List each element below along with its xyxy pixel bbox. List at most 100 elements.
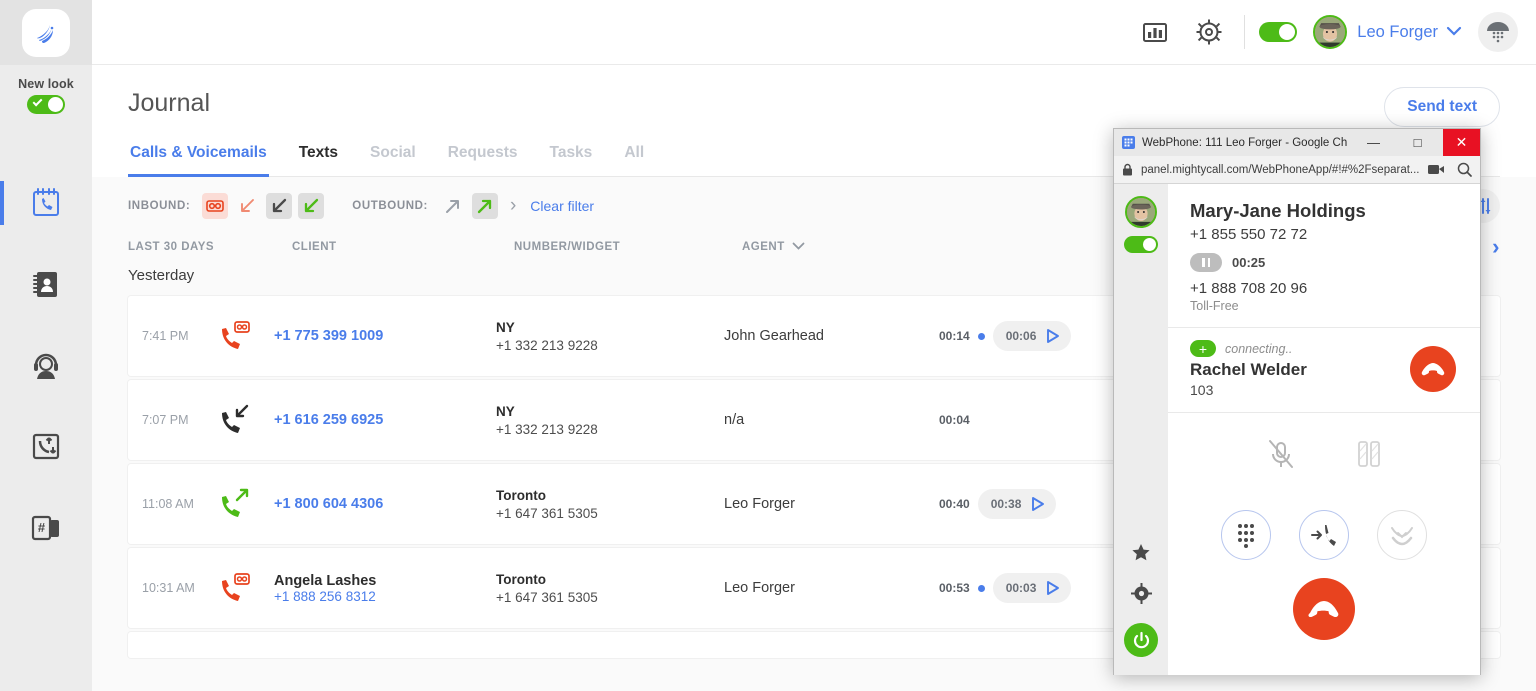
hangup-phone-icon[interactable] <box>1293 578 1355 640</box>
filter-missed-inbound-arrow-icon[interactable] <box>234 193 260 219</box>
plus-icon[interactable]: + <box>1190 340 1216 357</box>
gear-settings-icon[interactable] <box>1130 583 1152 609</box>
toolbar-divider <box>1244 15 1246 49</box>
client-number-link[interactable]: +1 800 604 4306 <box>274 496 496 512</box>
row-widget: Toronto +1 647 361 5305 <box>496 488 724 521</box>
agent-sort-chevron-down-icon[interactable] <box>792 241 805 253</box>
gear-icon[interactable] <box>1182 18 1236 46</box>
maximize-button[interactable]: □ <box>1399 129 1436 156</box>
lock-icon <box>1123 163 1132 176</box>
call-routing-icon <box>32 433 60 459</box>
transfer-call-icon[interactable] <box>1299 510 1349 560</box>
webphone-window-title: WebPhone: 111 Leo Forger - Google Chrome <box>1142 136 1348 149</box>
tab-texts[interactable]: Texts <box>297 136 340 176</box>
chevron-right-icon[interactable]: › <box>510 195 516 217</box>
sidebar-item-call-flow[interactable] <box>0 405 92 486</box>
row-time: 11:08 AM <box>142 497 194 511</box>
pause-bars-icon[interactable] <box>1356 439 1382 476</box>
journal-calendar-phone-icon <box>33 187 59 216</box>
hold-row: 00:25 <box>1190 253 1458 272</box>
connection-status: connecting.. <box>1225 341 1293 356</box>
tab-calls-voicemails[interactable]: Calls & Voicemails <box>128 136 269 177</box>
filter-answered-inbound-arrow-icon[interactable] <box>298 193 325 219</box>
power-icon[interactable] <box>1124 623 1158 657</box>
filter-inbound-arrow-icon[interactable] <box>266 193 293 219</box>
app-root: New look # Leo Forger Journal Send text … <box>0 0 1536 691</box>
dialpad-icon[interactable] <box>1221 510 1271 560</box>
row-client: +1 775 399 1009 <box>274 328 496 344</box>
logo-container[interactable] <box>0 0 92 65</box>
row-duration-group: 00:04 <box>939 413 970 427</box>
call-duration: 00:53 <box>939 581 970 595</box>
new-look-switcher[interactable]: New look <box>0 65 92 114</box>
row-agent: Leo Forger <box>724 496 795 512</box>
tab-all[interactable]: All <box>622 136 646 176</box>
webphone-body: Mary-Jane Holdings +1 855 550 72 72 00:2… <box>1114 184 1480 675</box>
sidebar-item-agents[interactable] <box>0 324 92 405</box>
clear-filter-button[interactable]: Clear filter <box>530 198 594 214</box>
pagination-next-button[interactable]: › <box>1492 236 1500 258</box>
row-widget: Toronto +1 647 361 5305 <box>496 572 724 605</box>
bar-chart-icon[interactable] <box>1128 19 1182 45</box>
hangup-phone-icon[interactable] <box>1410 346 1456 392</box>
merge-call-icon[interactable] <box>1377 510 1427 560</box>
row-client: +1 800 604 4306 <box>274 496 496 512</box>
zoom-search-icon <box>1457 162 1472 177</box>
sidebar-item-contacts[interactable] <box>0 243 92 324</box>
line-number: +1 888 708 20 96 <box>1190 280 1308 297</box>
active-call-name: Mary-Jane Holdings <box>1190 200 1366 221</box>
play-icon <box>1047 329 1060 343</box>
client-number-link[interactable]: +1 616 259 6925 <box>274 412 496 428</box>
new-look-label: New look <box>18 77 74 91</box>
widget-name: NY <box>496 403 515 419</box>
row-duration-group: 00:14 00:06 <box>939 321 1072 351</box>
widget-name: Toronto <box>496 487 546 503</box>
row-widget: NY +1 332 213 9228 <box>496 404 724 437</box>
column-number-widget: NUMBER/WIDGET <box>514 241 621 253</box>
minimize-button[interactable]: — <box>1355 129 1392 156</box>
tab-requests[interactable]: Requests <box>446 136 520 176</box>
webphone-availability-toggle[interactable] <box>1124 236 1158 253</box>
outbound-filter-label: OUTBOUND: <box>352 200 428 212</box>
avatar[interactable] <box>1313 15 1348 49</box>
column-agent[interactable]: AGENT <box>742 241 785 253</box>
user-name[interactable]: Leo Forger <box>1357 23 1438 42</box>
avatar[interactable] <box>1125 196 1157 228</box>
widget-number: +1 332 213 9228 <box>496 337 598 353</box>
dialpad-phone-icon[interactable] <box>1478 12 1518 52</box>
client-name: Angela Lashes <box>274 572 377 589</box>
play-recording-button[interactable]: 00:03 <box>992 573 1072 603</box>
tab-social[interactable]: Social <box>368 136 418 176</box>
client-number-link[interactable]: +1 775 399 1009 <box>274 328 496 344</box>
chevron-down-icon[interactable] <box>1446 23 1462 41</box>
filter-answered-outbound-arrow-icon[interactable] <box>471 193 498 219</box>
close-icon[interactable]: ✕ <box>1443 129 1480 156</box>
top-bar: Leo Forger <box>92 0 1536 65</box>
camera-icon <box>1428 165 1444 174</box>
sidebar-item-numbers[interactable]: # <box>0 486 92 567</box>
unread-dot <box>977 332 985 340</box>
row-time: 10:31 AM <box>142 581 195 595</box>
send-text-button[interactable]: Send text <box>1384 87 1500 127</box>
left-sidebar: New look # <box>0 0 92 691</box>
webphone-url: panel.mightycall.com/WebPhoneApp/#!#%2Fs… <box>1141 163 1420 176</box>
webphone-address-bar[interactable]: panel.mightycall.com/WebPhoneApp/#!#%2Fs… <box>1114 156 1480 184</box>
recording-duration: 00:03 <box>1005 581 1037 595</box>
webphone-titlebar[interactable]: WebPhone: 111 Leo Forger - Google Chrome… <box>1114 129 1480 156</box>
mute-microphone-icon[interactable] <box>1266 439 1296 476</box>
play-recording-button[interactable]: 00:06 <box>992 321 1072 351</box>
new-look-toggle[interactable] <box>27 95 65 114</box>
filter-outbound-arrow-icon[interactable] <box>440 193 466 219</box>
tab-tasks[interactable]: Tasks <box>548 136 595 176</box>
unread-dot <box>977 584 985 592</box>
client-number-link[interactable]: +1 888 256 8312 <box>274 589 496 604</box>
filter-voicemail-icon[interactable] <box>202 193 229 219</box>
inbound-call-phone-icon <box>218 404 274 436</box>
star-favorites-icon[interactable] <box>1130 542 1152 569</box>
call-duration: 00:14 <box>939 329 970 343</box>
availability-toggle[interactable] <box>1259 22 1298 42</box>
pause-icon[interactable] <box>1190 253 1222 272</box>
call-timer: 00:25 <box>1232 255 1266 270</box>
play-recording-button[interactable]: 00:38 <box>977 489 1057 519</box>
sidebar-item-journal[interactable] <box>0 162 92 243</box>
